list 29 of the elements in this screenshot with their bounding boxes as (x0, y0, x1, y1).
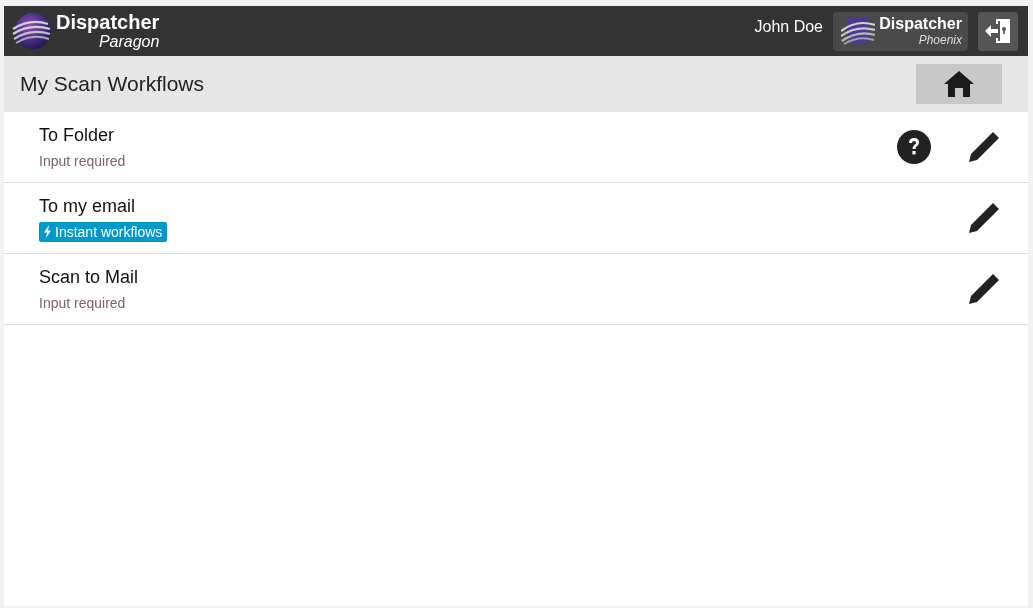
workflow-title: To my email (39, 194, 136, 217)
edit-button[interactable] (968, 273, 1000, 305)
pencil-icon (968, 273, 1000, 305)
logo-name: Dispatcher (56, 11, 160, 33)
edit-button[interactable] (968, 131, 1000, 163)
tag-label: Instant workflows (55, 222, 163, 242)
edit-button[interactable] (968, 202, 1000, 234)
globe-logo-icon (12, 12, 52, 50)
switch-app-button[interactable]: Dispatcher Phoenix (833, 11, 968, 51)
logout-button[interactable] (978, 11, 1018, 51)
page-title: My Scan Workflows (20, 71, 205, 98)
bolt-icon (44, 225, 51, 238)
home-icon (944, 71, 974, 97)
logo-product: Paragon (98, 33, 160, 51)
pencil-icon (968, 131, 1000, 163)
help-button[interactable] (897, 130, 931, 164)
home-button[interactable] (916, 64, 1002, 104)
pencil-icon (968, 202, 1000, 234)
help-icon (897, 130, 931, 164)
logout-icon (983, 16, 1013, 46)
workflow-row[interactable]: To my email Instant workflows (4, 183, 1028, 254)
status-text: Input required (39, 293, 126, 313)
workflow-row[interactable]: Scan to Mail Input required (4, 254, 1028, 325)
workflow-row[interactable]: To Folder Input required (4, 112, 1028, 183)
logo-icon (841, 17, 875, 45)
user-name: John Doe (754, 17, 823, 37)
status-text: Input required (39, 151, 126, 171)
workflow-title: To Folder (39, 123, 115, 146)
workflow-title: Scan to Mail (39, 265, 139, 288)
